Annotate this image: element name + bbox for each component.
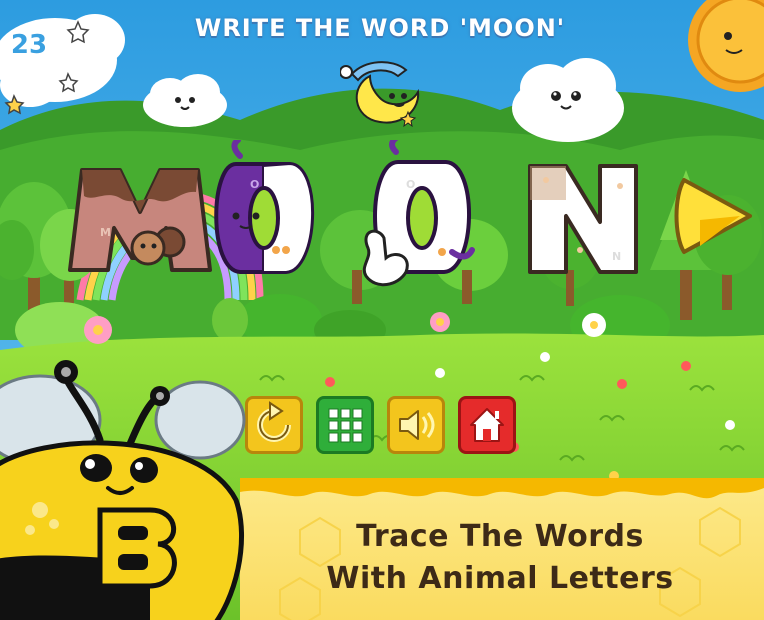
letter-o1-label: O <box>250 178 259 191</box>
promo-caption: Trace The Words With Animal Letters <box>300 516 700 600</box>
sleepy-moon <box>340 61 420 128</box>
speaker-icon <box>399 410 435 440</box>
letter-o2-tile: O <box>373 140 475 274</box>
letter-m-tile: M <box>68 168 212 272</box>
replay-button[interactable] <box>245 396 303 454</box>
house-icon <box>470 408 504 442</box>
counter-cloud <box>0 14 125 115</box>
instruction-title: WRITE THE WORD 'MOON' <box>194 14 566 42</box>
replay-arrow-icon <box>257 401 291 442</box>
sound-button[interactable] <box>387 396 445 454</box>
level-counter: 23 <box>10 30 48 60</box>
promo-line-2: With Animal Letters <box>326 561 674 596</box>
letter-n-tile: N <box>528 164 638 274</box>
letter-n-label: N <box>612 250 621 263</box>
smiling-cloud-left <box>143 74 227 127</box>
word-tracing-area[interactable]: M O O N <box>60 140 760 300</box>
next-arrow-button[interactable] <box>674 178 752 254</box>
letter-o2-label: O <box>406 178 415 191</box>
letter-o1-tile: O <box>214 140 315 274</box>
bee-mascot <box>0 360 246 620</box>
letter-m-label: M <box>100 226 111 239</box>
game-screen: 23 WRITE THE WORD 'MOON' M O O N Trace T… <box>0 0 764 620</box>
smiling-cloud-right <box>512 58 624 142</box>
menu-button[interactable] <box>316 396 374 454</box>
sun <box>688 0 764 92</box>
promo-line-1: Trace The Words <box>356 519 644 554</box>
grid-icon <box>328 408 363 443</box>
home-button[interactable] <box>458 396 516 454</box>
